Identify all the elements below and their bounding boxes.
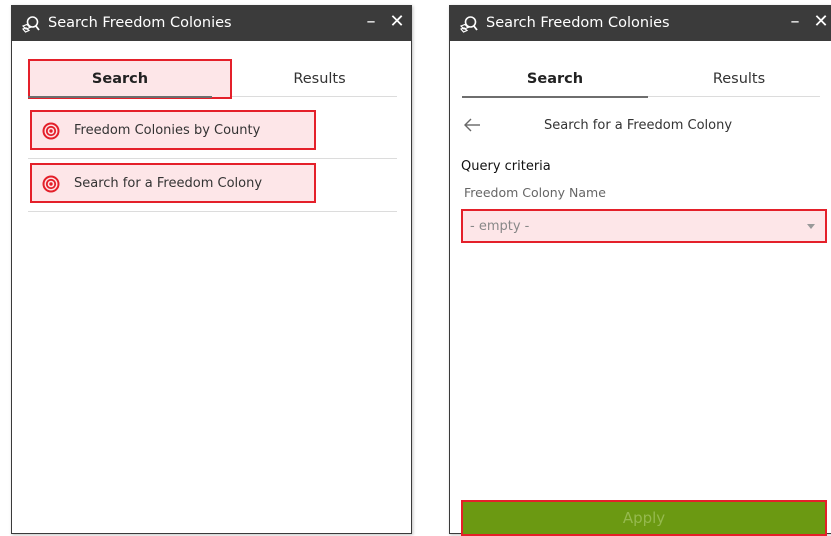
list-item-label: Search for a Freedom Colony (74, 176, 263, 191)
search-layer-icon (21, 16, 40, 33)
list-item-search-colony[interactable]: Search for a Freedom Colony (28, 159, 397, 212)
panel-titlebar: Search Freedom Colonies – ✕ (12, 6, 411, 41)
query-criteria-heading: Query criteria (461, 159, 551, 174)
active-tab-underline (28, 96, 212, 98)
tab-bar: Search Results (28, 59, 397, 99)
tab-search[interactable]: Search (462, 62, 648, 96)
select-value: - empty - (470, 219, 530, 234)
list-item-label: Freedom Colonies by County (74, 123, 261, 138)
minimize-button[interactable]: – (362, 10, 380, 34)
query-title: Search for a Freedom Colony (544, 118, 733, 133)
panel-title: Search Freedom Colonies (486, 15, 670, 31)
list-item-by-county[interactable]: Freedom Colonies by County (28, 106, 397, 159)
tab-results[interactable]: Results (242, 62, 397, 96)
panel-titlebar: Search Freedom Colonies – ✕ (450, 6, 831, 41)
panel-title: Search Freedom Colonies (48, 15, 232, 31)
minimize-button[interactable]: – (786, 10, 804, 34)
colony-name-select[interactable]: - empty - (461, 209, 827, 243)
target-icon (42, 175, 60, 193)
field-label: Freedom Colony Name (464, 185, 606, 200)
search-panel-right: Search Freedom Colonies – ✕ Search Resul… (449, 5, 831, 536)
active-tab-underline (462, 96, 648, 98)
back-arrow-icon[interactable] (462, 115, 482, 135)
tab-bar: Search Results (462, 62, 820, 98)
target-icon (42, 122, 60, 140)
tab-search[interactable]: Search (28, 62, 212, 96)
chevron-down-icon (807, 224, 815, 229)
apply-button[interactable]: Apply (461, 500, 827, 536)
search-layer-icon (459, 16, 478, 33)
close-button[interactable]: ✕ (812, 10, 830, 34)
search-panel-left: Search Freedom Colonies – ✕ Search Resul… (11, 5, 412, 534)
close-button[interactable]: ✕ (388, 10, 406, 34)
tab-results[interactable]: Results (658, 62, 820, 96)
